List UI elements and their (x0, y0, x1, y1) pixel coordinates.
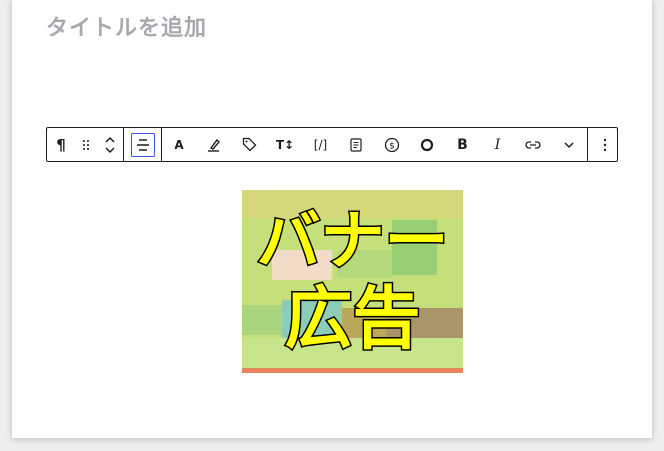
align-center-button[interactable] (124, 128, 161, 161)
align-center-icon (130, 132, 155, 157)
banner-text-line1: バナー (255, 205, 450, 279)
move-up-down-icon[interactable] (97, 128, 123, 161)
block-toolbar: ¶ A T↕ [/] $ B I (46, 127, 618, 162)
post-title-placeholder[interactable]: タイトルを追加 (46, 10, 207, 42)
italic-button[interactable]: I (480, 128, 515, 161)
block-controls-group: ¶ (47, 128, 123, 161)
circle-icon[interactable] (409, 128, 445, 161)
tag-icon[interactable] (231, 128, 267, 161)
bold-button[interactable]: B (445, 128, 480, 161)
align-group (123, 128, 161, 161)
banner-bottom-stripe (242, 368, 463, 373)
banner-text-line2: 広告 (283, 280, 422, 359)
dollar-circle-icon[interactable]: $ (374, 128, 409, 161)
highlighter-icon[interactable] (196, 128, 231, 161)
font-button[interactable]: A (162, 128, 196, 161)
banner-image[interactable]: バナー 広告 (242, 190, 463, 373)
drag-handle-icon[interactable] (75, 128, 97, 161)
code-icon[interactable]: [/] (303, 128, 338, 161)
document-icon[interactable] (338, 128, 374, 161)
format-group: A T↕ [/] $ B I (161, 128, 587, 161)
more-options-icon[interactable] (588, 128, 622, 161)
chevron-down-icon[interactable] (551, 128, 587, 161)
options-group (587, 128, 622, 161)
text-size-icon[interactable]: T↕ (267, 128, 303, 161)
link-icon[interactable] (515, 128, 551, 161)
svg-text:$: $ (389, 141, 395, 151)
pilcrow-icon[interactable]: ¶ (47, 128, 75, 161)
